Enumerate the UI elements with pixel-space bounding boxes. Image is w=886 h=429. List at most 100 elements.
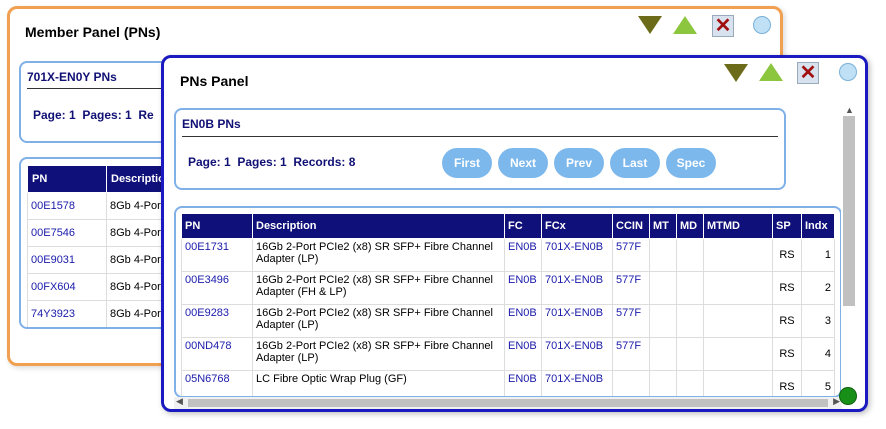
ccin-link[interactable]: 577F [612, 337, 650, 371]
member-page-stats: Page: 1 Pages: 1 Re [33, 108, 154, 122]
member-minimize-button[interactable] [638, 16, 662, 34]
pn-link[interactable]: 00E9031 [27, 246, 107, 274]
fc-link[interactable]: EN0B [504, 304, 542, 338]
indx-cell: 3 [801, 304, 835, 338]
scroll-up-icon[interactable]: ▲ [845, 105, 854, 115]
pn-link[interactable]: 00ND478 [181, 337, 253, 371]
indx-cell: 5 [801, 370, 835, 396]
md-cell [676, 238, 704, 272]
description-cell: 16Gb 2-Port PCIe2 (x8) SR SFP+ Fibre Cha… [252, 238, 505, 272]
md-cell [676, 370, 704, 396]
pns-panel: PNs Panel EN0B PNs Page: 1 Pages: 1 Reco… [161, 55, 868, 412]
description-cell: LC Fibre Optic Wrap Plug (GF) [252, 370, 505, 396]
column-header-fcx[interactable]: FCx [541, 213, 613, 239]
table-row[interactable]: 00E9283 16Gb 2-Port PCIe2 (x8) SR SFP+ F… [181, 304, 835, 338]
md-cell [676, 337, 704, 371]
column-header-sp[interactable]: SP [772, 213, 802, 239]
mt-cell [649, 238, 677, 272]
md-cell [676, 304, 704, 338]
sp-cell: RS [772, 337, 802, 371]
table-row[interactable]: 05N6768 LC Fibre Optic Wrap Plug (GF) EN… [181, 370, 835, 396]
pn-link[interactable]: 00FX604 [27, 273, 107, 301]
next-button[interactable]: Next [498, 148, 548, 178]
triangle-down-icon [638, 16, 662, 34]
close-x-icon: ✕ [714, 15, 732, 37]
ccin-link[interactable]: 577F [612, 238, 650, 272]
table-row[interactable]: 00E3496 16Gb 2-Port PCIe2 (x8) SR SFP+ F… [181, 271, 835, 305]
column-header-pn[interactable]: PN [27, 165, 107, 193]
description-cell: 16Gb 2-Port PCIe2 (x8) SR SFP+ Fibre Cha… [252, 337, 505, 371]
fc-link[interactable]: EN0B [504, 238, 542, 272]
pns-table-box: PN Description FC FCx CCIN MT MD MTMD SP… [174, 206, 842, 398]
pn-link[interactable]: 00E3496 [181, 271, 253, 305]
fcx-link[interactable]: 701X-EN0B [541, 337, 613, 371]
fc-link[interactable]: EN0B [504, 271, 542, 305]
mtmd-cell [703, 238, 773, 272]
ccin-link[interactable]: 577F [612, 271, 650, 305]
member-info-title: 701X-EN0Y PNs [27, 70, 117, 84]
fcx-link[interactable]: 701X-EN0B [541, 271, 613, 305]
ccin-link[interactable]: 577F [612, 304, 650, 338]
table-row[interactable]: 00E1731 16Gb 2-Port PCIe2 (x8) SR SFP+ F… [181, 238, 835, 272]
indx-cell: 1 [801, 238, 835, 272]
fcx-link[interactable]: 701X-EN0B [541, 304, 613, 338]
last-button[interactable]: Last [610, 148, 660, 178]
pn-link[interactable]: 00E1731 [181, 238, 253, 272]
mtmd-cell [703, 337, 773, 371]
pns-table: PN Description FC FCx CCIN MT MD MTMD SP… [181, 213, 835, 396]
prev-button[interactable]: Prev [554, 148, 604, 178]
member-maximize-button[interactable] [673, 16, 697, 34]
md-cell [676, 271, 704, 305]
close-x-icon: ✕ [799, 62, 817, 84]
triangle-down-icon [724, 64, 748, 82]
sp-cell: RS [772, 370, 802, 396]
fcx-link[interactable]: 701X-EN0B [541, 238, 613, 272]
member-close-button[interactable]: ✕ [712, 15, 734, 37]
fc-link[interactable]: EN0B [504, 370, 542, 396]
scrollbar-thumb[interactable] [843, 116, 855, 306]
description-cell: 16Gb 2-Port PCIe2 (x8) SR SFP+ Fibre Cha… [252, 304, 505, 338]
column-header-mtmd[interactable]: MTMD [703, 213, 773, 239]
spec-button[interactable]: Spec [666, 148, 716, 178]
horizontal-scrollbar[interactable]: ◀ ▶ [174, 396, 842, 409]
fcx-link[interactable]: 701X-EN0B [541, 370, 613, 396]
green-dot-icon [839, 387, 857, 405]
pn-link[interactable]: 05N6768 [181, 370, 253, 396]
pns-close-button[interactable]: ✕ [797, 62, 819, 84]
scrollbar-thumb[interactable] [188, 399, 828, 407]
column-header-ccin[interactable]: CCIN [612, 213, 650, 239]
scroll-left-icon[interactable]: ◀ [176, 396, 183, 407]
pns-maximize-button[interactable] [759, 63, 783, 81]
mt-cell [649, 304, 677, 338]
pn-link[interactable]: 00E1578 [27, 192, 107, 220]
divider [182, 136, 778, 137]
indx-cell: 2 [801, 271, 835, 305]
pns-panel-title: PNs Panel [180, 73, 249, 89]
column-header-description[interactable]: Description [252, 213, 505, 239]
pn-link[interactable]: 74Y3923 [27, 300, 107, 327]
column-header-indx[interactable]: Indx [801, 213, 835, 239]
fc-link[interactable]: EN0B [504, 337, 542, 371]
mt-cell [649, 337, 677, 371]
vertical-scrollbar[interactable]: ▲ [841, 100, 857, 405]
pns-minimize-button[interactable] [724, 64, 748, 82]
first-button[interactable]: First [442, 148, 492, 178]
table-row[interactable]: 00ND478 16Gb 2-Port PCIe2 (x8) SR SFP+ F… [181, 337, 835, 371]
pns-circle-button[interactable] [839, 63, 857, 81]
mt-cell [649, 271, 677, 305]
column-header-mt[interactable]: MT [649, 213, 677, 239]
sp-cell: RS [772, 304, 802, 338]
column-header-fc[interactable]: FC [504, 213, 542, 239]
pns-page-stats: Page: 1 Pages: 1 Records: 8 [188, 155, 356, 169]
ccin-link[interactable] [612, 370, 650, 396]
column-header-md[interactable]: MD [676, 213, 704, 239]
mtmd-cell [703, 370, 773, 396]
pn-link[interactable]: 00E7546 [27, 219, 107, 247]
mtmd-cell [703, 304, 773, 338]
indx-cell: 4 [801, 337, 835, 371]
column-header-pn[interactable]: PN [181, 213, 253, 239]
triangle-up-icon [673, 16, 697, 34]
pn-link[interactable]: 00E9283 [181, 304, 253, 338]
member-circle-button[interactable] [753, 16, 771, 34]
mt-cell [649, 370, 677, 396]
